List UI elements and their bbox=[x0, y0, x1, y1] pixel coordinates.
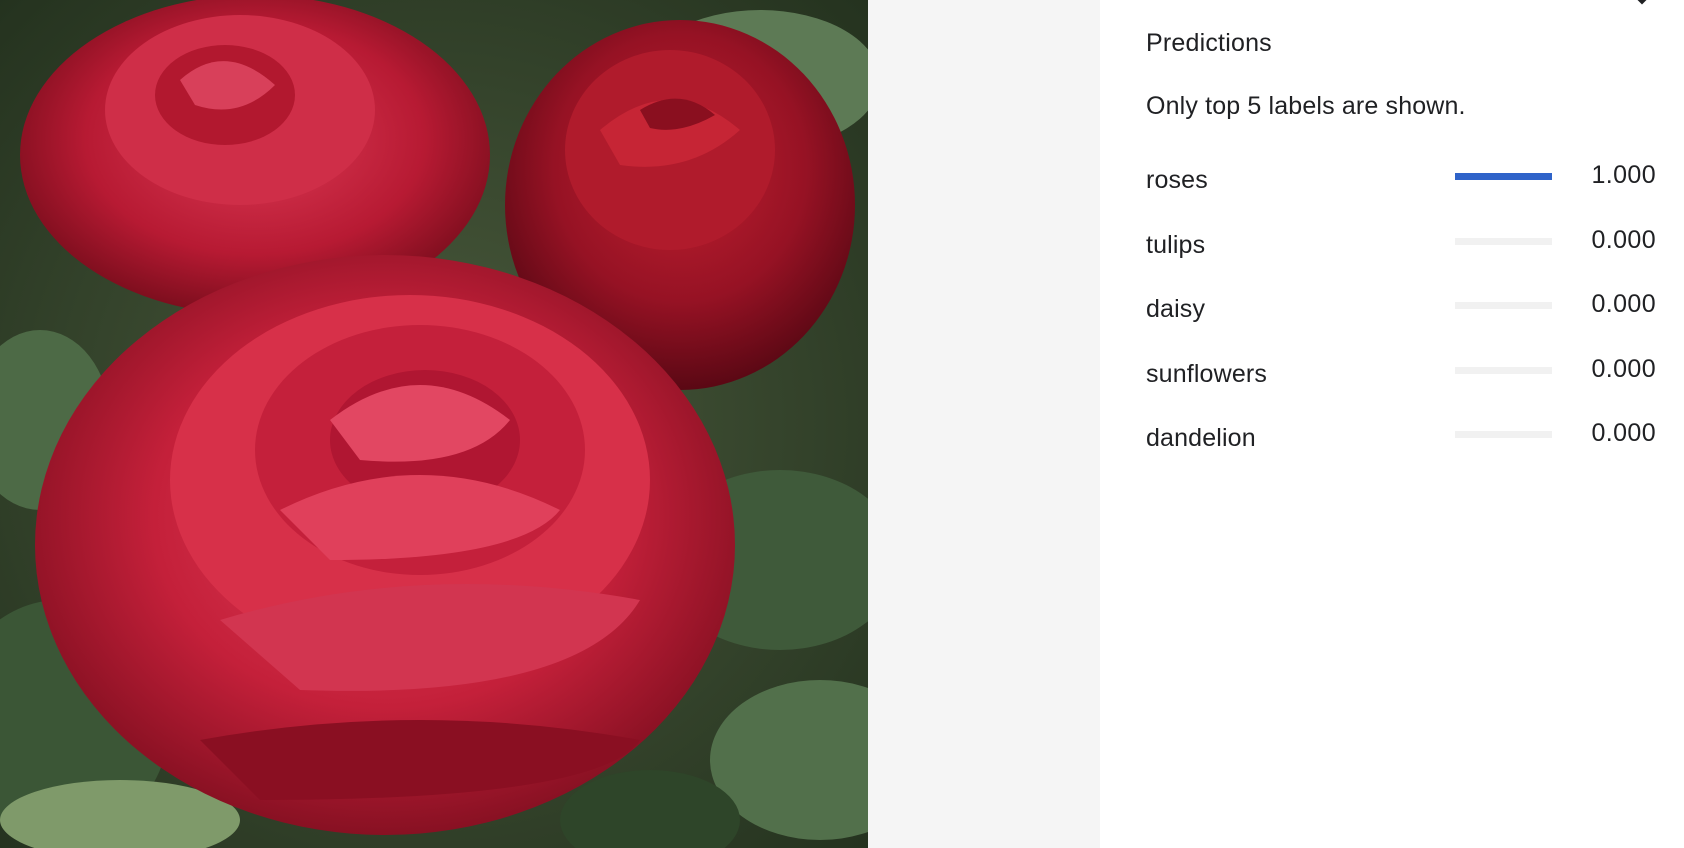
predictions-panel: Predictions Only top 5 labels are shown.… bbox=[1100, 0, 1684, 848]
prediction-page: Predictions Only top 5 labels are shown.… bbox=[0, 0, 1684, 848]
prediction-row-tulips: tulips 0.000 bbox=[1146, 225, 1656, 290]
prediction-label: daisy bbox=[1146, 295, 1206, 323]
prediction-row-dandelion: dandelion 0.000 bbox=[1146, 418, 1656, 483]
prediction-bar-fill bbox=[1455, 173, 1552, 180]
prediction-value: 0.000 bbox=[1591, 419, 1656, 447]
prediction-label: tulips bbox=[1146, 230, 1206, 259]
prediction-bar bbox=[1455, 366, 1552, 374]
prediction-bar bbox=[1455, 302, 1552, 309]
prediction-label: sunflowers bbox=[1146, 359, 1267, 388]
prediction-bar bbox=[1455, 237, 1552, 245]
prediction-bar bbox=[1455, 173, 1552, 180]
prediction-list: roses 1.000 tulips 0.000 daisy 0.000 sun… bbox=[1146, 160, 1656, 483]
prediction-label: roses bbox=[1146, 166, 1208, 194]
image-viewer bbox=[0, 0, 1100, 848]
prediction-value: 0.000 bbox=[1591, 225, 1656, 254]
prediction-value: 0.000 bbox=[1591, 354, 1656, 383]
prediction-value: 0.000 bbox=[1591, 290, 1656, 318]
close-button[interactable] bbox=[1624, 0, 1660, 12]
panel-note: Only top 5 labels are shown. bbox=[1146, 92, 1466, 120]
prediction-row-daisy: daisy 0.000 bbox=[1146, 289, 1656, 354]
close-icon bbox=[1637, 0, 1647, 5]
prediction-row-sunflowers: sunflowers 0.000 bbox=[1146, 354, 1656, 419]
prediction-value: 1.000 bbox=[1591, 161, 1656, 189]
prediction-row-roses: roses 1.000 bbox=[1146, 160, 1656, 225]
prediction-label: dandelion bbox=[1146, 424, 1256, 452]
rose-photo bbox=[0, 0, 868, 848]
panel-title: Predictions bbox=[1146, 29, 1272, 57]
prediction-bar bbox=[1455, 431, 1552, 438]
